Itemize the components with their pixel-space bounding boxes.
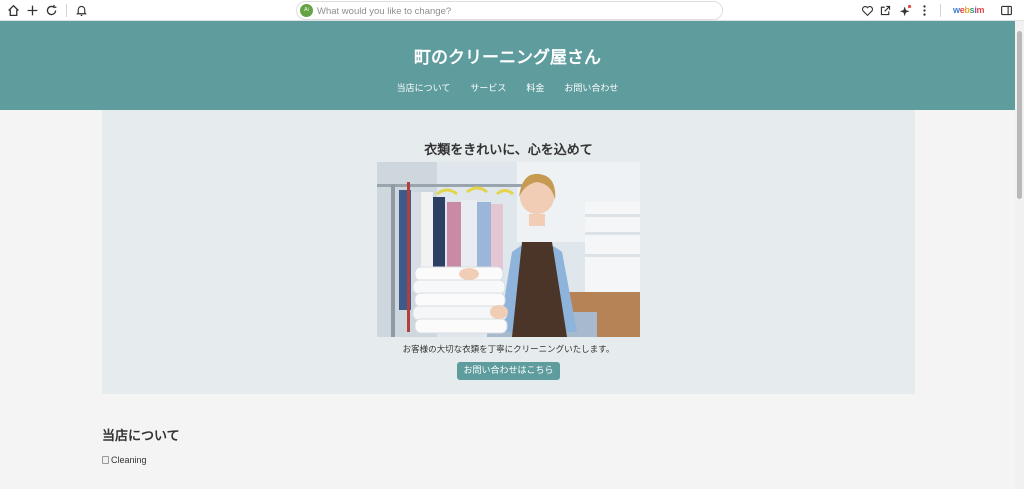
browser-logo: websim <box>953 5 985 15</box>
heart-icon[interactable] <box>860 3 875 18</box>
broken-image-icon <box>102 456 109 464</box>
browser-toolbar: Ai websim <box>0 0 1024 21</box>
hero-photo <box>377 162 640 337</box>
hero-section: 衣類をきれいに、心を込めて お客様の大切な衣類を丁寧にクリーニングいたします。 … <box>102 110 915 394</box>
sidebar-icon[interactable] <box>999 3 1014 18</box>
sparkle-icon[interactable] <box>898 3 913 18</box>
page-scrollbar[interactable] <box>1015 21 1024 489</box>
scrollbar-thumb[interactable] <box>1017 31 1022 199</box>
broken-image-alt-text: Cleaning <box>111 455 147 465</box>
home-icon[interactable] <box>6 3 21 18</box>
toolbar-divider <box>66 4 67 17</box>
nav-link-pricing[interactable]: 料金 <box>526 81 544 94</box>
site-nav: 当店について サービス 料金 お問い合わせ <box>0 81 1015 94</box>
broken-image: Cleaning <box>102 455 147 465</box>
external-link-icon[interactable] <box>878 3 893 18</box>
hero-title: 衣類をきれいに、心を込めて <box>424 143 593 158</box>
plus-icon[interactable] <box>25 3 40 18</box>
site-title: 町のクリーニング屋さん <box>414 48 601 68</box>
about-section-title: 当店について <box>102 429 180 444</box>
nav-link-services[interactable]: サービス <box>470 81 506 94</box>
nav-link-about[interactable]: 当店について <box>397 81 451 94</box>
bell-icon[interactable] <box>74 3 89 18</box>
address-input[interactable] <box>317 4 712 18</box>
site-header: 町のクリーニング屋さん 当店について サービス 料金 お問い合わせ <box>0 21 1015 110</box>
nav-link-contact[interactable]: お問い合わせ <box>564 81 618 94</box>
assistant-badge-icon: Ai <box>300 4 313 17</box>
toolbar-divider <box>940 4 941 17</box>
hero-caption: お客様の大切な衣類を丁寧にクリーニングいたします。 <box>402 345 615 355</box>
contact-cta-button[interactable]: お問い合わせはこちら <box>457 362 560 380</box>
more-vertical-icon[interactable] <box>917 3 932 18</box>
address-bar[interactable]: Ai <box>296 1 723 20</box>
refresh-icon[interactable] <box>44 3 59 18</box>
